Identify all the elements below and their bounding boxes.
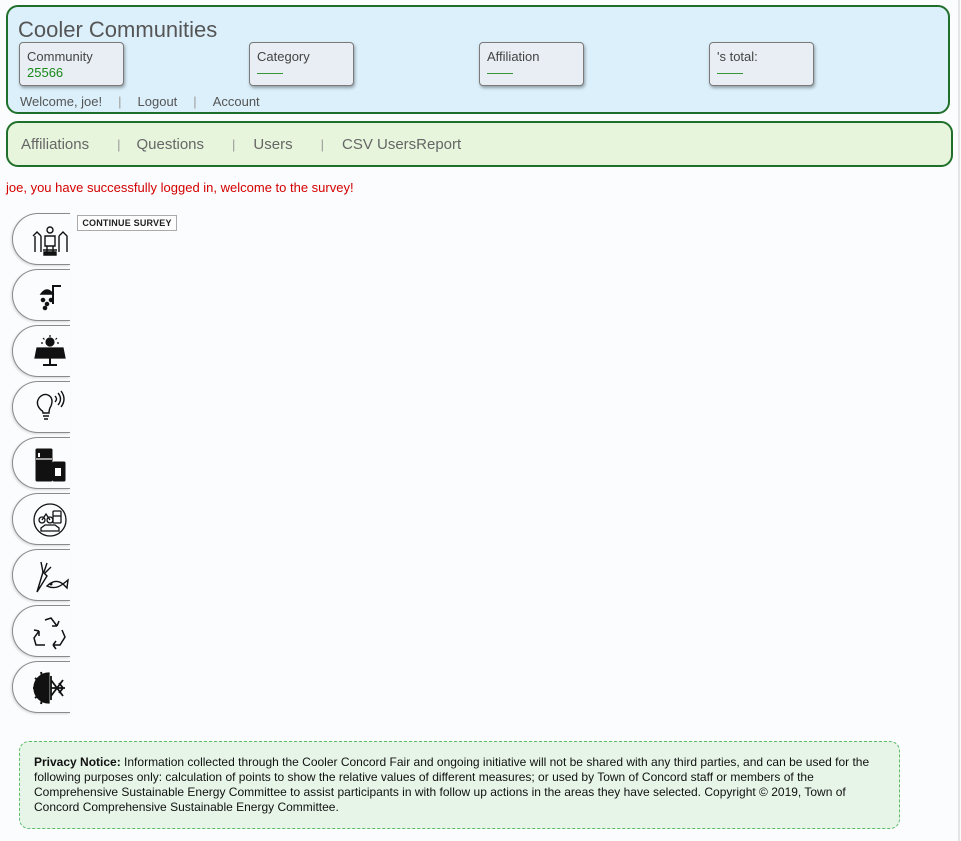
transportation-icon	[33, 503, 67, 537]
nav-item-affiliations[interactable]: Affiliations	[21, 136, 89, 153]
community-value: 25566	[27, 65, 64, 80]
community-label: Community	[27, 49, 93, 64]
shower-icon	[39, 285, 61, 311]
category-tabs	[12, 213, 70, 717]
privacy-notice: Privacy Notice: Information collected th…	[19, 741, 900, 829]
appliances-icon	[35, 448, 66, 482]
login-success-message: joe, you have successfully logged in, we…	[6, 180, 354, 195]
app-title: Cooler Communities	[18, 17, 218, 42]
food-icon	[36, 561, 69, 593]
separator: |	[118, 94, 122, 109]
category-stat: Category ——	[249, 42, 354, 86]
affiliation-stat: Affiliation ——	[479, 42, 584, 86]
category-tab-appliances[interactable]	[12, 437, 70, 489]
category-tab-food[interactable]	[12, 549, 70, 601]
privacy-text: Information collected through the Cooler…	[34, 755, 870, 814]
category-tab-home-energy[interactable]	[12, 213, 70, 265]
separator: |	[320, 136, 324, 152]
total-value: ——	[717, 65, 743, 80]
scroll-edge	[958, 0, 960, 841]
header-panel: Cooler Communities Community 25566 Categ…	[6, 5, 950, 114]
community-stat: Community 25566	[19, 42, 124, 86]
total-stat: 's total: ——	[709, 42, 814, 86]
smart-lightbulb-icon	[36, 390, 65, 420]
privacy-heading: Privacy Notice:	[34, 755, 121, 769]
nav-item-csv-users-report[interactable]: CSV UsersReport	[342, 136, 461, 153]
category-label: Category	[257, 49, 310, 64]
affiliation-label: Affiliation	[487, 49, 540, 64]
category-tab-water[interactable]	[12, 269, 70, 321]
category-tab-solar[interactable]	[12, 325, 70, 377]
main-nav: Affiliations | Questions | Users | CSV U…	[6, 121, 953, 167]
separator: |	[117, 136, 121, 152]
separator: |	[232, 136, 236, 152]
nav-item-questions[interactable]: Questions	[136, 136, 204, 153]
nav-item-users[interactable]: Users	[253, 136, 292, 153]
category-tab-transportation[interactable]	[12, 493, 70, 545]
affiliation-value: ——	[487, 65, 513, 80]
account-link[interactable]: Account	[213, 94, 260, 109]
logout-link[interactable]: Logout	[138, 94, 178, 109]
total-label: 's total:	[717, 49, 758, 64]
user-bar: Welcome, joe! | Logout | Account	[20, 94, 260, 109]
recycle-icon	[33, 617, 66, 650]
separator: |	[193, 94, 197, 109]
home-energy-icon	[32, 226, 68, 256]
heating-cooling-icon	[33, 671, 65, 705]
category-value: ——	[257, 65, 283, 80]
category-tab-heating-cooling[interactable]	[12, 661, 70, 713]
solar-panel-icon	[34, 335, 66, 366]
welcome-text: Welcome, joe!	[20, 94, 103, 109]
continue-survey-button[interactable]: CONTINUE SURVEY	[77, 215, 177, 231]
category-tab-lighting[interactable]	[12, 381, 70, 433]
category-tab-recycling[interactable]	[12, 605, 70, 657]
